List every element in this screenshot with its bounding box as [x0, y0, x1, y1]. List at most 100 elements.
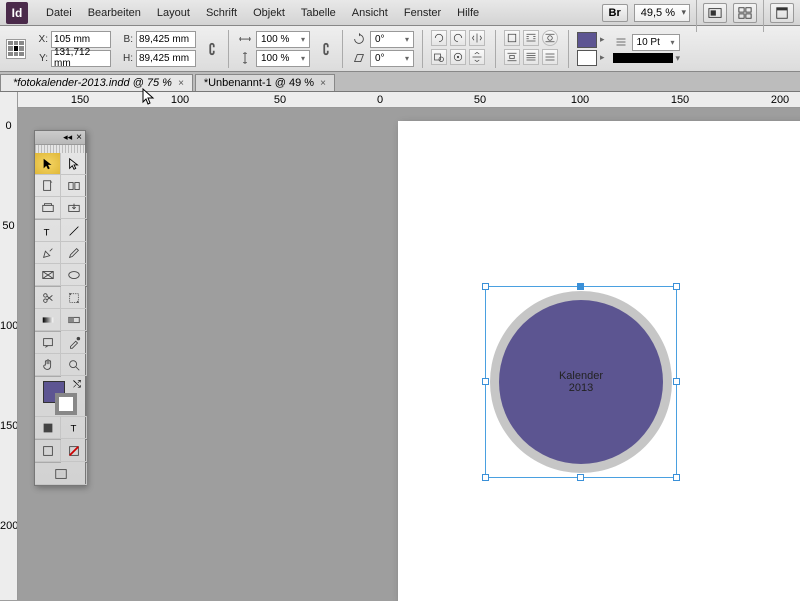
content-placer-tool[interactable] [61, 197, 87, 219]
handle-bc[interactable] [577, 474, 584, 481]
tools-panel[interactable]: ◂◂ × T ⤭ T [34, 130, 86, 486]
apply-color-icon[interactable] [35, 440, 61, 462]
arrange-button[interactable] [733, 3, 757, 23]
scale-y-field[interactable]: 100 % [256, 50, 310, 67]
handle-ml[interactable] [482, 378, 489, 385]
handle-tr[interactable] [673, 283, 680, 290]
formatting-text-icon[interactable]: T [61, 417, 87, 439]
x-label: X: [34, 34, 48, 45]
pencil-tool[interactable] [61, 242, 87, 264]
screen-mode-button[interactable] [703, 3, 727, 23]
h-field[interactable]: 89,425 mm [136, 50, 196, 67]
view-mode-normal-icon[interactable] [35, 463, 87, 485]
rotate-icon [351, 31, 367, 47]
handle-bl[interactable] [482, 474, 489, 481]
dropdown-arrow-icon[interactable]: ▾ [676, 53, 681, 64]
rotate-field[interactable]: 0° [370, 31, 414, 48]
close-icon[interactable]: × [178, 78, 184, 89]
zoom-tool[interactable] [61, 354, 87, 376]
scissors-tool[interactable] [35, 287, 61, 309]
constrain-scale-icon[interactable] [318, 41, 334, 57]
menu-edit[interactable]: Bearbeiten [80, 3, 149, 23]
wrap-none-icon[interactable] [504, 30, 520, 46]
dropdown-arrow-icon[interactable]: ▸ [600, 34, 605, 45]
scale-x-field[interactable]: 100 % [256, 31, 310, 48]
page-tool[interactable] [35, 175, 61, 197]
menu-type[interactable]: Schrift [198, 3, 245, 23]
horizontal-ruler[interactable]: 05010015020050100150 [18, 92, 800, 108]
wrap-jump-icon[interactable] [504, 49, 520, 65]
ellipse-tool[interactable] [61, 264, 87, 286]
grip[interactable] [35, 145, 85, 153]
content-collector-tool[interactable] [35, 197, 61, 219]
type-tool[interactable]: T [35, 220, 61, 242]
close-icon[interactable]: × [76, 132, 82, 143]
panel-header[interactable]: ◂◂ × [35, 131, 85, 145]
wrap-bbox-icon[interactable] [523, 30, 539, 46]
flip-h-icon[interactable] [469, 30, 485, 46]
rotate-cw-icon[interactable] [450, 30, 466, 46]
menu-window[interactable]: Fenster [396, 3, 449, 23]
menu-view[interactable]: Ansicht [344, 3, 396, 23]
rectangle-frame-tool[interactable] [35, 264, 61, 286]
zoom-level-dropdown[interactable]: 49,5 % [634, 4, 690, 22]
apply-none-icon[interactable] [61, 440, 87, 462]
wrap-shape-icon[interactable] [542, 30, 558, 46]
free-transform-tool[interactable] [61, 287, 87, 309]
menu-layout[interactable]: Layout [149, 3, 198, 23]
wrap-options-icon[interactable] [542, 49, 558, 65]
menu-object[interactable]: Objekt [245, 3, 293, 23]
gradient-feather-tool[interactable] [61, 309, 87, 331]
eyedropper-tool[interactable] [61, 332, 87, 354]
handle-tl[interactable] [482, 283, 489, 290]
scale-x-icon [237, 31, 253, 47]
line-tool[interactable] [61, 220, 87, 242]
y-field[interactable]: 131,712 mm [51, 50, 111, 67]
constrain-wh-icon[interactable] [204, 41, 220, 57]
separator [342, 30, 343, 68]
close-icon[interactable]: × [320, 78, 326, 89]
rotate-ccw-icon[interactable] [431, 30, 447, 46]
select-container-icon[interactable] [431, 49, 447, 65]
reference-point[interactable] [6, 39, 26, 59]
handle-tc[interactable] [577, 283, 584, 290]
selection-tool[interactable] [35, 153, 61, 175]
pen-tool[interactable] [35, 242, 61, 264]
handle-br[interactable] [673, 474, 680, 481]
wrap-column-icon[interactable] [523, 49, 539, 65]
bridge-button[interactable]: Br [602, 4, 628, 22]
stroke-color[interactable] [55, 393, 77, 415]
separator [568, 30, 569, 68]
w-field[interactable]: 89,425 mm [136, 31, 196, 48]
direct-selection-tool[interactable] [61, 153, 87, 175]
flip-v-icon[interactable] [469, 49, 485, 65]
menu-file[interactable]: Datei [38, 3, 80, 23]
vertical-ruler[interactable]: 050100150200 [0, 92, 18, 600]
color-well[interactable]: ⤭ [35, 377, 87, 417]
shear-field[interactable]: 0° [370, 50, 414, 67]
menu-help[interactable]: Hilfe [449, 3, 487, 23]
fill-swatch[interactable] [577, 32, 597, 48]
select-content-icon[interactable] [450, 49, 466, 65]
gap-tool[interactable] [61, 175, 87, 197]
hand-tool[interactable] [35, 354, 61, 376]
workspace-button[interactable] [770, 3, 794, 23]
selection-box[interactable] [485, 286, 677, 478]
separator [228, 30, 229, 68]
collapse-icon[interactable]: ◂◂ [63, 132, 72, 143]
gradient-swatch-tool[interactable] [35, 309, 61, 331]
note-tool[interactable] [35, 332, 61, 354]
swap-colors-icon[interactable]: ⤭ [73, 379, 81, 390]
tab-fotokalender[interactable]: *fotokalender-2013.indd @ 75 %× [0, 74, 193, 91]
handle-mr[interactable] [673, 378, 680, 385]
menu-table[interactable]: Tabelle [293, 3, 344, 23]
x-field[interactable]: 105 mm [51, 31, 111, 48]
tab-unbenannt[interactable]: *Unbenannt-1 @ 49 %× [195, 74, 335, 91]
canvas[interactable]: Kalender 2013 [18, 108, 800, 600]
stroke-weight-field[interactable]: 10 Pt [632, 34, 680, 51]
dropdown-arrow-icon[interactable]: ▸ [600, 52, 605, 63]
flip-rotate-group [431, 30, 487, 67]
stroke-style[interactable] [613, 53, 673, 63]
formatting-container-icon[interactable] [35, 417, 61, 439]
stroke-swatch[interactable] [577, 50, 597, 66]
